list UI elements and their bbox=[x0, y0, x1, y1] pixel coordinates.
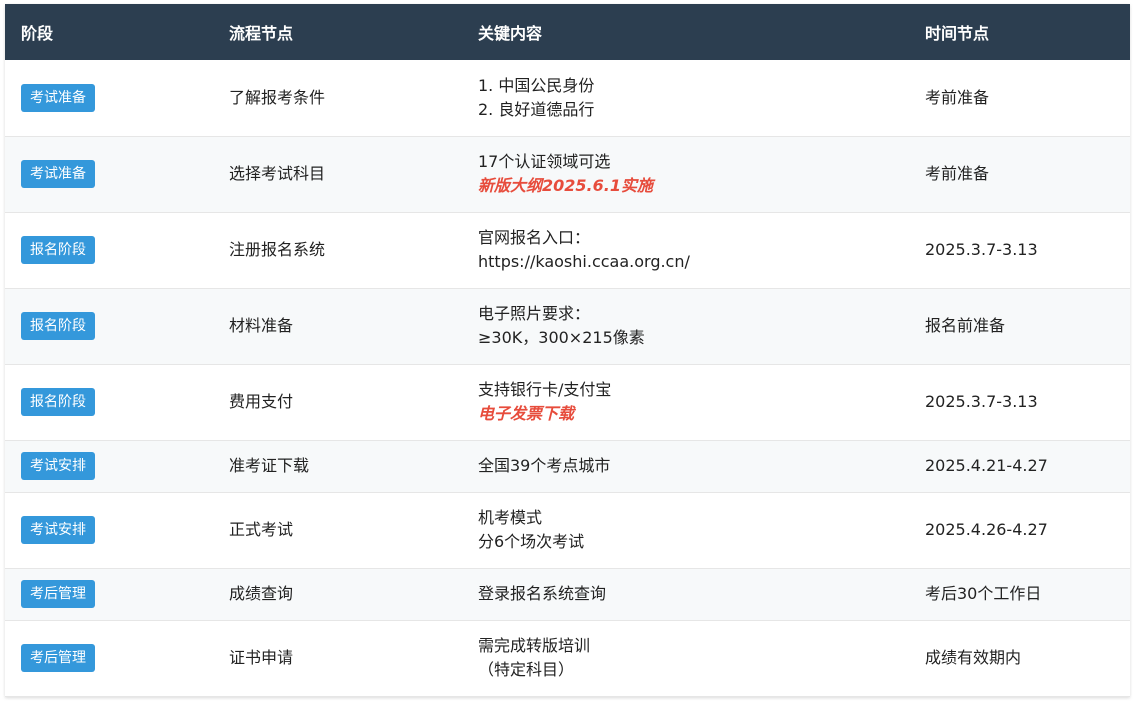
stage-badge: 考试准备 bbox=[21, 83, 95, 112]
table-row: 报名阶段 费用支付 支持银行卡/支付宝 电子发票下载 2025.3.7-3.13 bbox=[5, 364, 1130, 441]
node-cell: 了解报考条件 bbox=[213, 60, 462, 137]
stage-cell: 考试安排 bbox=[5, 492, 213, 569]
time-cell: 2025.3.7-3.13 bbox=[909, 212, 1130, 289]
header-stage: 阶段 bbox=[5, 4, 213, 60]
node-cell: 选择考试科目 bbox=[213, 136, 462, 213]
stage-badge: 考后管理 bbox=[21, 644, 95, 672]
content-line: 2. 良好道德品行 bbox=[478, 99, 595, 119]
content-cell: 支持银行卡/支付宝 电子发票下载 bbox=[462, 364, 909, 441]
time-cell: 考前准备 bbox=[909, 60, 1130, 137]
stage-cell: 考后管理 bbox=[5, 620, 213, 697]
time-cell: 考前准备 bbox=[909, 136, 1130, 213]
node-cell: 准考证下载 bbox=[213, 440, 462, 493]
stage-cell: 报名阶段 bbox=[5, 288, 213, 365]
stage-cell: 报名阶段 bbox=[5, 212, 213, 289]
content-line: ≥30K，300×215像素 bbox=[478, 328, 645, 347]
stage-cell: 考试准备 bbox=[5, 60, 213, 137]
header-time: 时间节点 bbox=[909, 4, 1130, 60]
process-table: 阶段 流程节点 关键内容 时间节点 考试准备 了解报考条件 1. 中国公民身份 … bbox=[5, 4, 1130, 697]
table-row: 考试安排 准考证下载 全国39个考点城市 2025.4.21-4.27 bbox=[5, 440, 1130, 493]
time-cell: 成绩有效期内 bbox=[909, 620, 1130, 697]
table-row: 考后管理 成绩查询 登录报名系统查询 考后30个工作日 bbox=[5, 568, 1130, 621]
table-body: 考试准备 了解报考条件 1. 中国公民身份 2. 良好道德品行 考前准备 考试准… bbox=[5, 60, 1130, 697]
table-row: 考试安排 正式考试 机考模式 分6个场次考试 2025.4.26-4.27 bbox=[5, 492, 1130, 569]
table-header: 阶段 流程节点 关键内容 时间节点 bbox=[5, 4, 1130, 60]
stage-badge: 报名阶段 bbox=[21, 312, 95, 340]
content-highlight: 电子发票下载 bbox=[478, 404, 575, 423]
node-cell: 证书申请 bbox=[213, 620, 462, 697]
stage-badge: 报名阶段 bbox=[21, 388, 95, 416]
table-row: 考试准备 选择考试科目 17个认证领域可选 新版大纲2025.6.1实施 考前准… bbox=[5, 136, 1130, 213]
table-row: 报名阶段 注册报名系统 官网报名入口： https://kaoshi.ccaa.… bbox=[5, 212, 1130, 289]
content-line: 电子照片要求： bbox=[478, 304, 591, 323]
stage-cell: 报名阶段 bbox=[5, 364, 213, 441]
node-cell: 注册报名系统 bbox=[213, 212, 462, 289]
time-cell: 2025.4.26-4.27 bbox=[909, 492, 1130, 569]
content-line: 登录报名系统查询 bbox=[478, 584, 607, 603]
node-cell: 正式考试 bbox=[213, 492, 462, 569]
table-row: 考试准备 了解报考条件 1. 中国公民身份 2. 良好道德品行 考前准备 bbox=[5, 60, 1130, 137]
time-cell: 报名前准备 bbox=[909, 288, 1130, 365]
content-line: （特定科目） bbox=[478, 660, 575, 679]
content-cell: 电子照片要求： ≥30K，300×215像素 bbox=[462, 288, 909, 365]
stage-badge: 考后管理 bbox=[21, 580, 95, 608]
stage-badge: 考试安排 bbox=[21, 516, 95, 544]
table-row: 考后管理 证书申请 需完成转版培训 （特定科目） 成绩有效期内 bbox=[5, 620, 1130, 697]
content-line: 1. 中国公民身份 bbox=[478, 75, 595, 95]
content-line: 官网报名入口： bbox=[478, 228, 591, 247]
header-row: 阶段 流程节点 关键内容 时间节点 bbox=[5, 4, 1130, 60]
content-cell: 机考模式 分6个场次考试 bbox=[462, 492, 909, 569]
time-cell: 2025.3.7-3.13 bbox=[909, 364, 1130, 441]
stage-badge: 报名阶段 bbox=[21, 236, 95, 264]
node-cell: 材料准备 bbox=[213, 288, 462, 365]
header-content: 关键内容 bbox=[462, 4, 909, 60]
stage-badge: 考试准备 bbox=[21, 160, 95, 188]
content-cell: 登录报名系统查询 bbox=[462, 568, 909, 621]
time-cell: 2025.4.21-4.27 bbox=[909, 440, 1130, 493]
content-line: 17个认证领域可选 bbox=[478, 152, 611, 171]
content-line: 需完成转版培训 bbox=[478, 636, 591, 655]
content-line: 支持银行卡/支付宝 bbox=[478, 380, 612, 399]
content-cell: 需完成转版培训 （特定科目） bbox=[462, 620, 909, 697]
content-cell: 官网报名入口： https://kaoshi.ccaa.org.cn/ bbox=[462, 212, 909, 289]
content-highlight: 新版大纲2025.6.1实施 bbox=[478, 176, 653, 195]
content-cell: 全国39个考点城市 bbox=[462, 440, 909, 493]
registration-url: https://kaoshi.ccaa.org.cn/ bbox=[478, 252, 690, 271]
content-line: 全国39个考点城市 bbox=[478, 456, 611, 475]
stage-cell: 考试安排 bbox=[5, 440, 213, 493]
content-cell: 1. 中国公民身份 2. 良好道德品行 bbox=[462, 60, 909, 137]
time-cell: 考后30个工作日 bbox=[909, 568, 1130, 621]
stage-cell: 考试准备 bbox=[5, 136, 213, 213]
content-cell: 17个认证领域可选 新版大纲2025.6.1实施 bbox=[462, 136, 909, 213]
content-line: 分6个场次考试 bbox=[478, 532, 585, 551]
process-table-container: 阶段 流程节点 关键内容 时间节点 考试准备 了解报考条件 1. 中国公民身份 … bbox=[5, 4, 1130, 697]
stage-cell: 考后管理 bbox=[5, 568, 213, 621]
table-row: 报名阶段 材料准备 电子照片要求： ≥30K，300×215像素 报名前准备 bbox=[5, 288, 1130, 365]
stage-badge: 考试安排 bbox=[21, 452, 95, 480]
content-line: 机考模式 bbox=[478, 508, 543, 527]
header-node: 流程节点 bbox=[213, 4, 462, 60]
node-cell: 费用支付 bbox=[213, 364, 462, 441]
node-cell: 成绩查询 bbox=[213, 568, 462, 621]
